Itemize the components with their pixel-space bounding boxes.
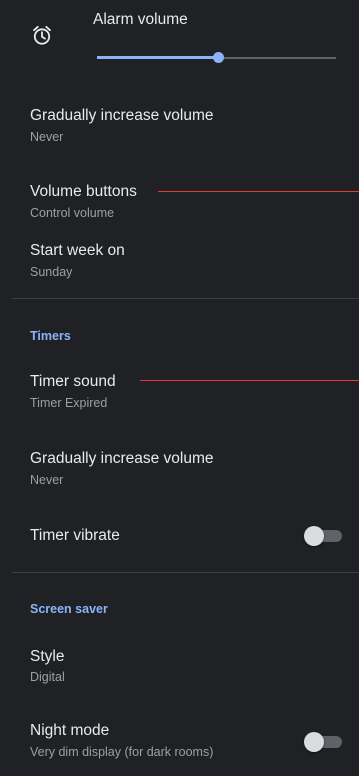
night-mode-value: Very dim display (for dark rooms) [30, 745, 214, 759]
start-week-title: Start week on [30, 242, 125, 259]
alarm-clock-icon [31, 24, 53, 46]
timer-gradual-increase-value: Never [30, 473, 64, 487]
start-week-item[interactable]: Start week on Sunday [0, 234, 359, 280]
timer-sound-item[interactable]: Timer sound Timer Expired [0, 364, 359, 412]
divider [12, 298, 359, 299]
night-mode-toggle[interactable] [302, 731, 342, 753]
timers-section-header: Timers [30, 329, 71, 343]
annotation-line [140, 380, 359, 381]
timer-sound-title: Timer sound [30, 373, 116, 390]
style-title: Style [30, 648, 65, 665]
night-mode-title: Night mode [30, 722, 110, 739]
slider-fill [97, 56, 219, 59]
volume-buttons-item[interactable]: Volume buttons Control volume [0, 176, 359, 222]
alarm-gradual-increase-item[interactable]: Gradually increase volume Never [0, 100, 359, 152]
timer-gradual-increase-title: Gradually increase volume [30, 450, 214, 467]
slider-thumb[interactable] [213, 52, 224, 63]
start-week-value: Sunday [30, 265, 73, 279]
alarm-gradual-increase-title: Gradually increase volume [30, 107, 214, 124]
alarm-volume-row: Alarm volume [0, 0, 359, 80]
timer-vibrate-toggle[interactable] [302, 525, 342, 547]
timer-sound-value: Timer Expired [30, 396, 108, 410]
toggle-thumb [304, 526, 324, 546]
night-mode-item[interactable]: Night mode Very dim display (for dark ro… [0, 712, 359, 766]
style-value: Digital [30, 670, 65, 684]
screen-saver-section-header: Screen saver [30, 602, 108, 616]
divider [12, 572, 359, 573]
timer-gradual-increase-item[interactable]: Gradually increase volume Never [0, 440, 359, 492]
volume-buttons-value: Control volume [30, 206, 115, 220]
timer-vibrate-item[interactable]: Timer vibrate [0, 514, 359, 558]
alarm-volume-label: Alarm volume [93, 11, 188, 28]
clock-settings-screen: Alarm volume Gradually increase volume N… [0, 0, 359, 776]
timer-vibrate-title: Timer vibrate [30, 527, 120, 544]
volume-buttons-title: Volume buttons [30, 183, 137, 200]
toggle-thumb [304, 732, 324, 752]
alarm-volume-slider[interactable] [97, 51, 336, 65]
alarm-gradual-increase-value: Never [30, 130, 64, 144]
style-item[interactable]: Style Digital [0, 640, 359, 686]
annotation-line [158, 191, 359, 192]
